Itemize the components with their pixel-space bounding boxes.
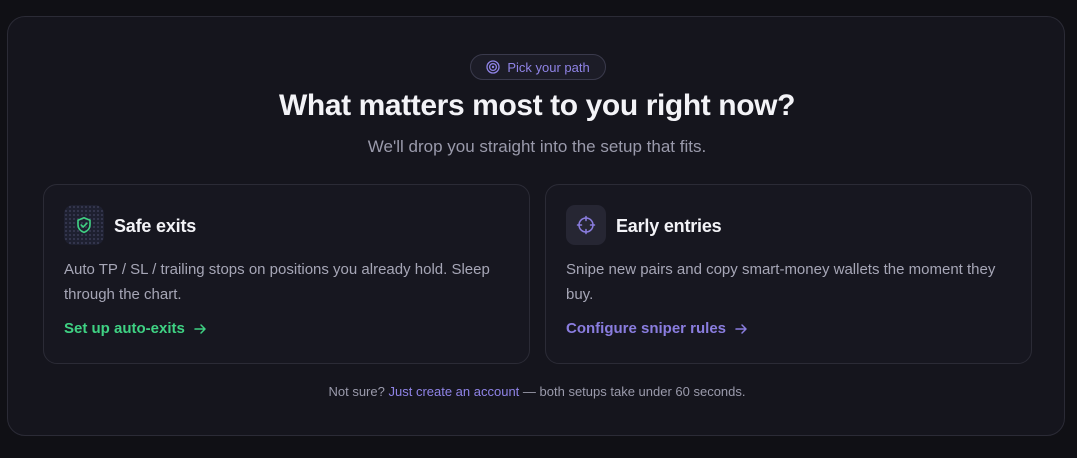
footer-suffix: — both setups take under 60 seconds.: [522, 384, 746, 399]
link-label: Configure sniper rules: [566, 320, 727, 337]
crosshair-icon: [566, 205, 606, 245]
card-description: Snipe new pairs and copy smart-money wal…: [566, 261, 996, 303]
target-icon: [486, 60, 500, 74]
create-account-link[interactable]: Just create an account: [388, 384, 519, 399]
card-title: Safe exits: [114, 216, 197, 236]
arrow-right-icon: [193, 322, 207, 336]
footer-note: Not sure? Just create an account — both …: [8, 384, 1066, 399]
set-up-auto-exits-link[interactable]: Set up auto-exits: [64, 320, 207, 337]
configure-sniper-rules-link[interactable]: Configure sniper rules: [566, 320, 748, 337]
badge-label: Pick your path: [507, 59, 590, 75]
safe-exits-card[interactable]: Safe exits Auto TP / SL / trailing stops…: [43, 184, 530, 364]
page-subtitle: We'll drop you straight into the setup t…: [367, 137, 707, 156]
card-description: Auto TP / SL / trailing stops on positio…: [64, 261, 490, 303]
early-entries-card[interactable]: Early entries Snipe new pairs and copy s…: [545, 184, 1032, 364]
card-title: Early entries: [616, 216, 722, 236]
footer-prefix: Not sure?: [328, 384, 385, 399]
shield-check-icon: [64, 205, 104, 245]
onboarding-panel: Pick your path What matters most to you …: [7, 16, 1065, 436]
link-label: Set up auto-exits: [64, 320, 185, 337]
page-title: What matters most to you right now?: [279, 89, 795, 122]
pick-your-path-badge: Pick your path: [470, 54, 606, 80]
arrow-right-icon: [734, 322, 748, 336]
